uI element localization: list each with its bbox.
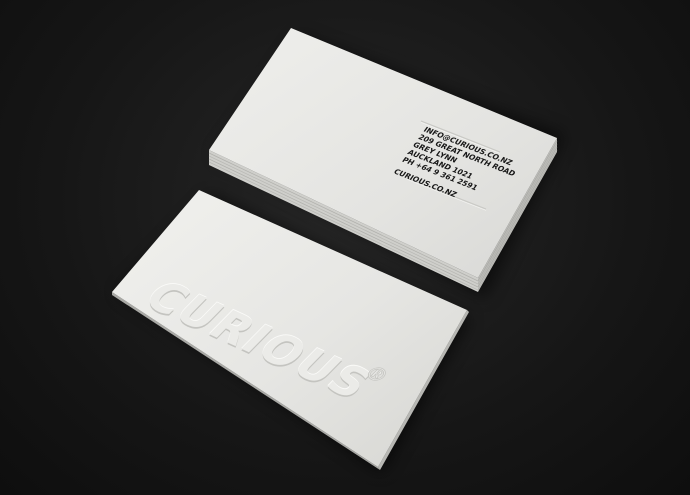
photo-scene: CURIOUS CURIOUS CURIOUS ® INFO@CURIOUS.C… bbox=[0, 0, 690, 495]
business-card-stack: CURIOUS CURIOUS CURIOUS ® INFO@CURIOUS.C… bbox=[112, 28, 565, 473]
